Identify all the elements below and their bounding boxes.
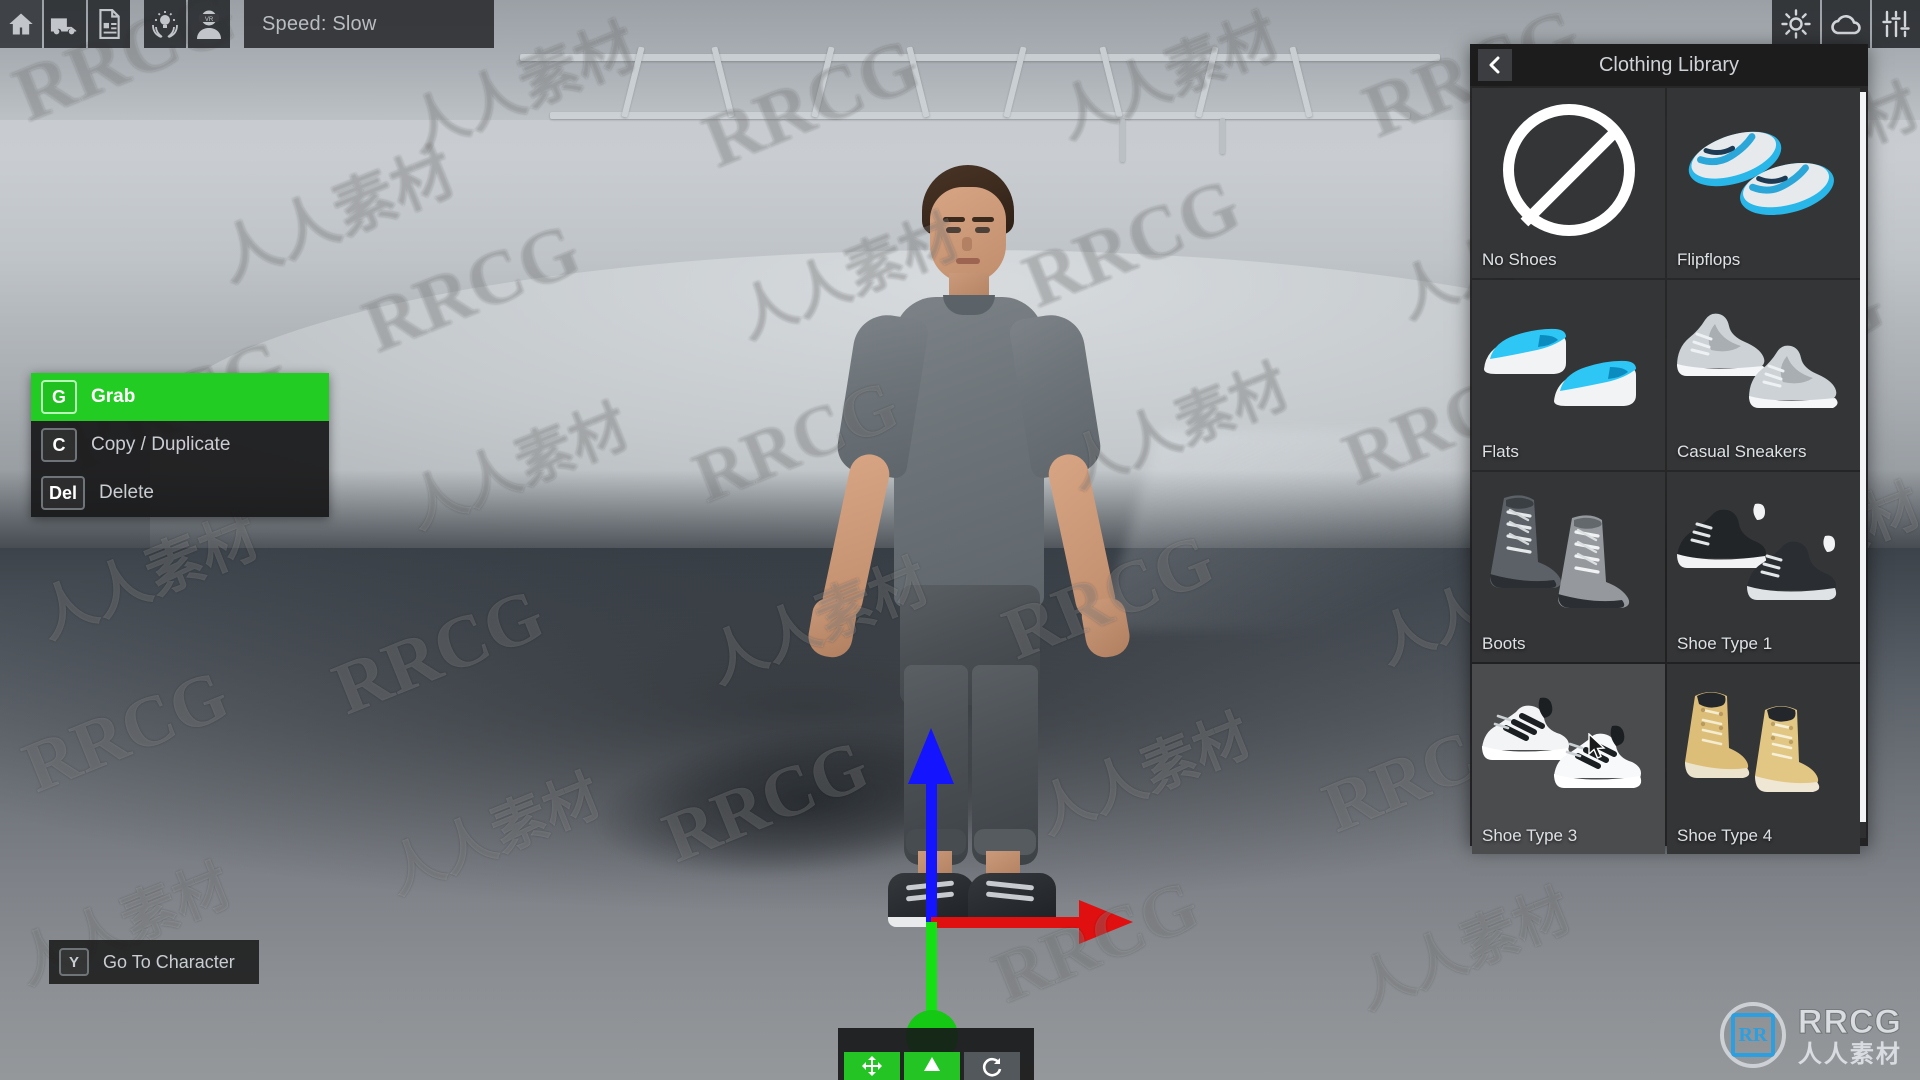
library-item-shoe-type-3[interactable]: Shoe Type 3 xyxy=(1472,664,1665,854)
boots-icon xyxy=(1472,472,1665,636)
toolbar-divider xyxy=(132,0,142,48)
cloud-icon[interactable] xyxy=(1822,0,1870,48)
speed-indicator[interactable]: Speed: Slow xyxy=(244,0,494,48)
svg-text:VR: VR xyxy=(205,17,214,23)
vehicle-icon[interactable] xyxy=(44,0,86,48)
rrcg-name-cn: 人人素材 xyxy=(1797,1039,1902,1068)
library-item-no-shoes[interactable]: No Shoes xyxy=(1472,88,1665,278)
top-toolbar: VR Speed: Slow xyxy=(0,0,494,48)
library-item-boots[interactable]: Boots xyxy=(1472,472,1665,662)
gizmo-z-axis[interactable] xyxy=(926,770,937,925)
top-toolbar-right xyxy=(1772,0,1920,48)
object-context-menu: G Grab C Copy / Duplicate Del Delete xyxy=(31,373,329,517)
home-icon[interactable] xyxy=(0,0,42,48)
shortcut-key-badge: Del xyxy=(41,476,86,510)
ceiling-truss xyxy=(520,46,1440,162)
shortcut-key-badge: Y xyxy=(59,948,89,976)
library-item-label: Flipflops xyxy=(1677,250,1741,269)
no-shoes-icon xyxy=(1472,88,1665,252)
character-model[interactable] xyxy=(660,165,1260,965)
sliders-icon[interactable] xyxy=(1872,0,1920,48)
library-item-label: Casual Sneakers xyxy=(1677,442,1807,461)
flipflops-icon xyxy=(1667,88,1860,252)
clothing-library-header: Clothing Library xyxy=(1470,44,1868,86)
rrcg-logo-icon: RR xyxy=(1719,1002,1786,1068)
library-item-label: Shoe Type 4 xyxy=(1677,826,1773,845)
context-menu-item-label: Delete xyxy=(99,482,154,503)
library-item-shoe-type-4[interactable]: Shoe Type 4 xyxy=(1667,664,1860,854)
top-toolbar-group-primary xyxy=(0,0,130,48)
library-item-label: Shoe Type 3 xyxy=(1482,826,1578,845)
context-menu-item-label: Grab xyxy=(91,386,136,407)
rrcg-wordmark: RRCG 人人素材 xyxy=(1797,1002,1902,1068)
library-item-casual-sneakers[interactable]: Casual Sneakers xyxy=(1667,280,1860,470)
shoe-type-4-icon xyxy=(1667,664,1860,828)
context-menu-item-delete[interactable]: Del Delete xyxy=(31,469,329,517)
back-chevron-icon[interactable] xyxy=(1478,49,1512,81)
page-title: Clothing Library xyxy=(1598,53,1740,76)
move-tool-button[interactable] xyxy=(844,1052,900,1080)
shortcut-key-badge: C xyxy=(41,428,77,462)
clothing-library-panel: Clothing Library No Shoes Flipflops Flat… xyxy=(1470,44,1868,854)
toolbar-divider xyxy=(232,0,242,48)
library-item-shoe-type-1[interactable]: Shoe Type 1 xyxy=(1667,472,1860,662)
rrcg-name-en: RRCG xyxy=(1797,1002,1902,1041)
clothing-library-grid: No Shoes Flipflops Flats Casual Sneakers… xyxy=(1470,86,1868,856)
rrcg-branding: RR RRCG 人人素材 xyxy=(1719,1002,1902,1068)
library-item-label: Boots xyxy=(1482,634,1526,653)
gizmo-z-arrowhead[interactable] xyxy=(908,728,954,784)
library-item-label: Shoe Type 1 xyxy=(1677,634,1773,653)
top-toolbar-group-secondary: VR xyxy=(144,0,230,48)
sun-icon[interactable] xyxy=(1772,0,1820,48)
transform-mode-toolbar xyxy=(838,1028,1034,1080)
library-item-flats[interactable]: Flats xyxy=(1472,280,1665,470)
shoe-type-3-icon xyxy=(1472,664,1665,828)
flats-icon xyxy=(1472,280,1665,444)
casual-sneakers-icon xyxy=(1667,280,1860,444)
library-item-flipflops[interactable]: Flipflops xyxy=(1667,88,1860,278)
library-scrollbar-track[interactable] xyxy=(1860,92,1866,838)
library-item-label: Flats xyxy=(1482,442,1519,461)
scale-tool-button[interactable] xyxy=(964,1052,1020,1080)
library-scrollbar-thumb[interactable] xyxy=(1860,92,1866,822)
idea-hands-icon[interactable] xyxy=(144,0,186,48)
shoe-type-1-icon xyxy=(1667,472,1860,636)
document-icon[interactable] xyxy=(88,0,130,48)
rrcg-monogram: RR xyxy=(1730,1013,1775,1057)
go-to-character-button[interactable]: Y Go To Character xyxy=(49,940,259,984)
context-menu-item-label: Copy / Duplicate xyxy=(91,434,231,455)
library-item-label: No Shoes xyxy=(1482,250,1557,269)
rotate-tool-button[interactable] xyxy=(904,1052,960,1080)
go-to-character-label: Go To Character xyxy=(103,951,235,972)
gizmo-x-axis[interactable] xyxy=(931,917,1083,928)
vr-user-icon[interactable]: VR xyxy=(188,0,230,48)
speed-label: Speed: Slow xyxy=(262,12,377,35)
shortcut-key-badge: G xyxy=(41,380,77,414)
app-root: RRCG 人人素材 RRCG 人人素材 RRCG 人人素材 人人素材 RRCG … xyxy=(0,0,1920,1080)
context-menu-item-copy-duplicate[interactable]: C Copy / Duplicate xyxy=(31,421,329,469)
context-menu-item-grab[interactable]: G Grab xyxy=(31,373,329,421)
gizmo-x-arrowhead[interactable] xyxy=(1079,900,1133,944)
